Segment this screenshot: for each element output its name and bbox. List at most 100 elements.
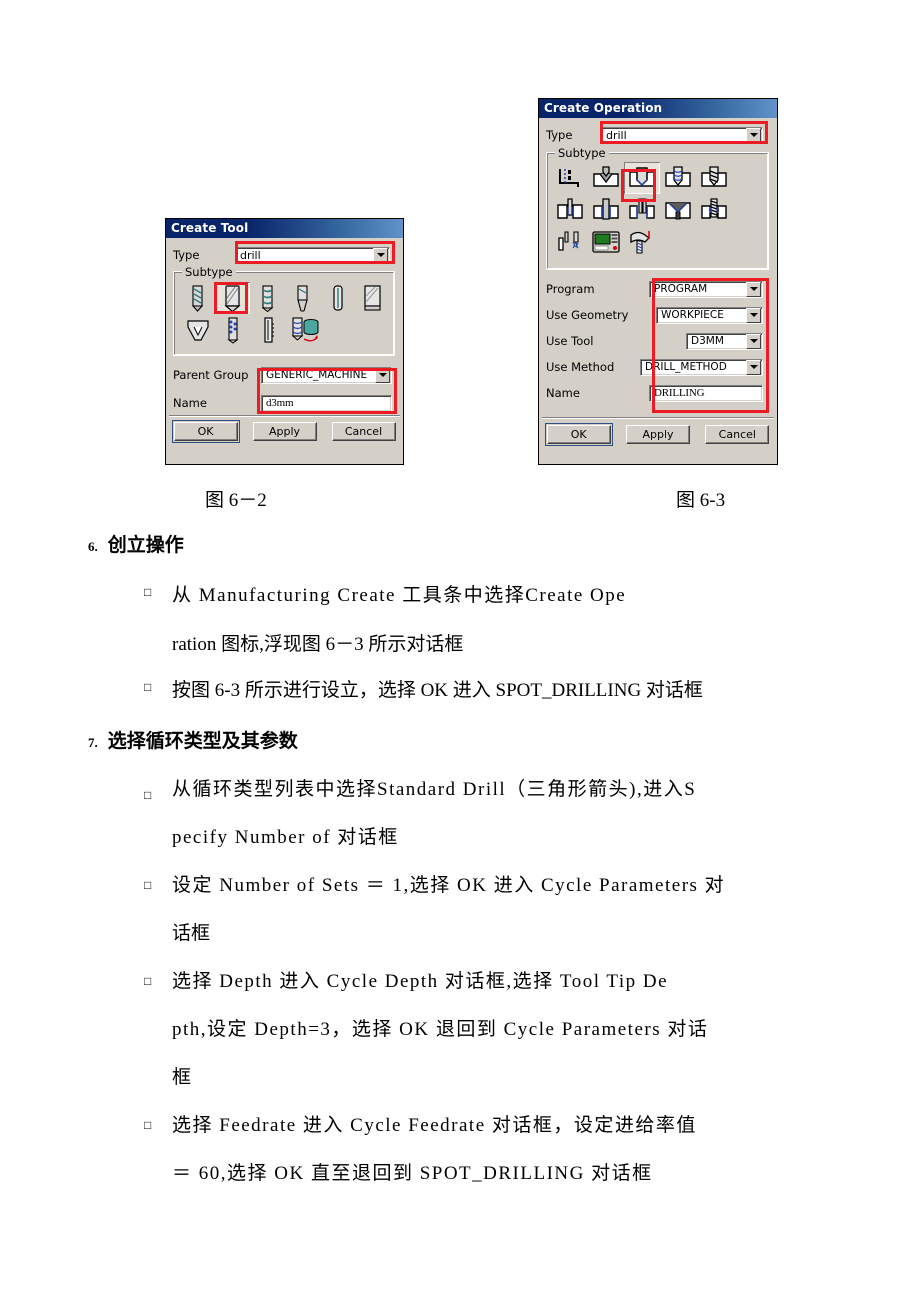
create-tool-subtype-legend: Subtype	[182, 265, 236, 279]
create-tool-ok-button[interactable]: OK	[171, 420, 240, 443]
create-operation-program-label: Program	[546, 282, 595, 296]
subtype-icon-spot-drilling[interactable]	[588, 162, 624, 194]
create-tool-name-value: d3mm	[266, 397, 294, 409]
create-operation-use-method-row: Use Method DRILL_METHOD	[546, 354, 770, 380]
subtype-icon-countersink[interactable]	[180, 314, 215, 346]
paragraph-7-3-line-3: 框	[172, 1067, 192, 1088]
subtype-icon-user-defined[interactable]	[624, 226, 660, 258]
subtype-icon-hole-milling[interactable]	[552, 226, 588, 258]
create-operation-type-label: Type	[546, 128, 573, 142]
subtype-icon-drilling-selected[interactable]	[624, 162, 660, 194]
subtype-icon-step-drill[interactable]	[285, 282, 320, 314]
create-operation-ok-button[interactable]: OK	[544, 423, 613, 446]
create-tool-cancel-button[interactable]: Cancel	[331, 422, 396, 441]
subtype-icon-tapping[interactable]	[696, 194, 732, 226]
subtype-icon-thread-mill[interactable]	[285, 314, 327, 346]
create-operation-name-row: Name DRILLING	[546, 380, 770, 406]
create-operation-use-tool-row: Use Tool D3MM	[546, 328, 770, 354]
section-title-7: 选择循环类型及其参数	[107, 730, 298, 752]
create-tool-parent-group-value: GENERIC_MACHINE	[266, 369, 368, 381]
create-tool-subtype-group: Subtype	[173, 265, 395, 356]
create-operation-use-geometry-value: WORKPIECE	[661, 309, 724, 321]
create-operation-use-method-combo[interactable]: DRILL_METHOD	[640, 358, 763, 376]
figure-caption-left: 图 6－2	[205, 490, 267, 511]
subtype-icon-counterbore[interactable]	[355, 282, 390, 314]
create-operation-use-tool-value: D3MM	[691, 335, 724, 347]
create-operation-body: Type drill Subtype Program PROGRAM Use G…	[539, 118, 777, 406]
create-tool-button-row: OK Apply Cancel	[166, 420, 403, 443]
create-tool-parent-group-combo[interactable]: GENERIC_MACHINE	[261, 366, 392, 384]
create-tool-apply-button[interactable]: Apply	[252, 422, 317, 441]
create-tool-button-separator	[169, 415, 400, 417]
paragraph-7-3-line-2: pth,设定 Depth=3，选择 OK 退回到 Cycle Parameter…	[172, 1019, 709, 1040]
paragraph-7-2-line-1: 设定 Number of Sets ＝ 1,选择 OK 进入 Cycle Par…	[172, 875, 726, 896]
section-heading-7: 7. 选择循环类型及其参数	[88, 726, 298, 753]
paragraph-7-1-line-2: pecify Number of 对话框	[172, 827, 399, 848]
create-tool-title-text: Create Tool	[171, 221, 249, 235]
subtype-icon-reamer[interactable]	[320, 282, 355, 314]
bullet-marker: □	[144, 974, 152, 988]
create-operation-program-combo[interactable]: PROGRAM	[649, 280, 763, 298]
create-tool-title-bar: Create Tool	[166, 219, 403, 238]
subtype-icon-machine-control[interactable]	[588, 226, 624, 258]
create-operation-button-row: OK Apply Cancel	[539, 423, 777, 446]
create-operation-use-tool-combo[interactable]: D3MM	[686, 332, 763, 350]
chevron-down-icon[interactable]	[746, 333, 761, 349]
bullet-marker: □	[144, 878, 152, 892]
paragraph-7-2-line-2: 话框	[172, 923, 211, 944]
chevron-down-icon[interactable]	[373, 247, 388, 263]
create-tool-type-row: Type drill	[173, 243, 396, 267]
create-operation-use-method-value: DRILL_METHOD	[645, 361, 727, 373]
create-operation-cancel-button[interactable]: Cancel	[705, 425, 770, 444]
subtype-icon-breakchip-drilling[interactable]	[696, 162, 732, 194]
create-operation-dialog: Create Operation Type drill Subtype Prog…	[538, 98, 778, 465]
create-operation-use-tool-label: Use Tool	[546, 334, 594, 348]
section-number-6: 6.	[88, 539, 98, 554]
create-tool-subtype-grid	[174, 272, 394, 346]
subtype-icon-boring-bar[interactable]	[250, 314, 285, 346]
create-operation-use-geometry-label: Use Geometry	[546, 308, 629, 322]
section-title-6: 创立操作	[107, 534, 184, 556]
subtype-icon-drill-selected[interactable]	[215, 282, 250, 314]
create-tool-name-input[interactable]: d3mm	[261, 394, 392, 412]
section-heading-6: 6. 创立操作	[88, 530, 184, 557]
create-operation-subtype-grid	[547, 153, 768, 258]
paragraph-7-1-line-1: 从循环类型列表中选择Standard Drill（三角形箭头),进入S	[172, 779, 697, 800]
figure-caption-right: 图 6-3	[676, 490, 726, 511]
create-tool-type-value: drill	[240, 248, 261, 262]
create-operation-use-method-label: Use Method	[546, 360, 615, 374]
bullet-marker: □	[144, 680, 152, 694]
paragraph-6-1-line-1: 从 Manufacturing Create 工具条中选择Create Ope	[172, 585, 627, 606]
subtype-icon-countersinking[interactable]	[660, 194, 696, 226]
chevron-down-icon[interactable]	[746, 127, 761, 143]
create-tool-parent-group-row: Parent Group GENERIC_MACHINE	[173, 364, 396, 386]
create-operation-type-value: drill	[606, 128, 627, 142]
chevron-down-icon[interactable]	[746, 359, 761, 375]
create-operation-use-geometry-combo[interactable]: WORKPIECE	[656, 306, 763, 324]
bullet-marker: □	[144, 585, 152, 599]
create-tool-dialog: Create Tool Type drill Subtype Parent Gr…	[165, 218, 404, 465]
subtype-icon-reaming[interactable]	[588, 194, 624, 226]
chevron-down-icon[interactable]	[746, 307, 761, 323]
subtype-icon-spiral-drill[interactable]	[250, 282, 285, 314]
create-operation-apply-button[interactable]: Apply	[625, 425, 690, 444]
create-operation-type-combo[interactable]: drill	[601, 126, 763, 144]
subtype-icon-counterboring[interactable]	[624, 194, 660, 226]
subtype-icon-tap[interactable]	[215, 314, 250, 346]
subtype-icon-twist-drill[interactable]	[180, 282, 215, 314]
create-operation-name-input[interactable]: DRILLING	[649, 384, 763, 402]
create-operation-use-geometry-row: Use Geometry WORKPIECE	[546, 302, 770, 328]
chevron-down-icon[interactable]	[375, 367, 390, 383]
paragraph-6-2-line-1: 按图 6-3 所示进行设立，选择 OK 进入 SPOT_DRILLING 对话框	[172, 680, 703, 701]
create-operation-button-separator	[542, 417, 774, 419]
create-tool-name-row: Name d3mm	[173, 392, 396, 414]
paragraph-7-4-line-1: 选择 Feedrate 进入 Cycle Feedrate 对话框，设定进给率值	[172, 1115, 697, 1136]
subtype-icon-boring[interactable]	[552, 194, 588, 226]
create-operation-program-row: Program PROGRAM	[546, 276, 770, 302]
subtype-icon-peck-drilling[interactable]	[660, 162, 696, 194]
subtype-icon-spot-face[interactable]	[552, 162, 588, 194]
create-operation-subtype-group: Subtype	[546, 146, 769, 270]
create-tool-type-combo[interactable]: drill	[235, 246, 390, 264]
chevron-down-icon[interactable]	[746, 281, 761, 297]
bullet-marker: □	[144, 1118, 152, 1132]
